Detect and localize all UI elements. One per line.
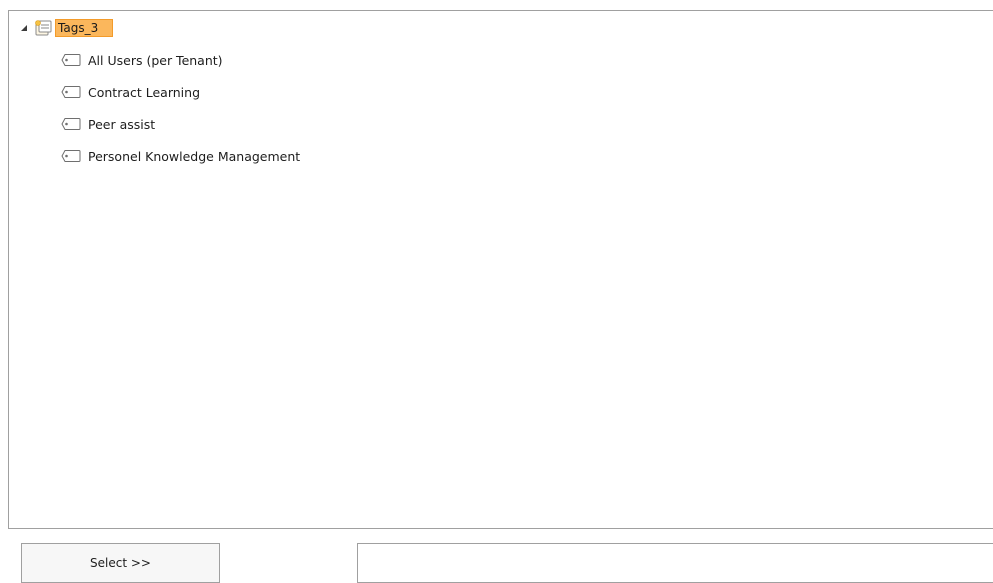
tree-node-tag-label: Personel Knowledge Management <box>88 148 301 164</box>
tree-node-tag[interactable]: Contract Learning <box>61 82 200 102</box>
collapse-arrow-icon[interactable] <box>19 23 29 33</box>
tag-tree-panel[interactable]: Tags_3 All Users (per Tenant) Contract L… <box>8 10 993 529</box>
tags-folder-icon <box>33 19 53 37</box>
tree-node-tag-label: All Users (per Tenant) <box>88 52 223 68</box>
tag-icon <box>61 85 81 99</box>
tree-node-tag-label: Peer assist <box>88 116 156 132</box>
tag-icon <box>61 53 81 67</box>
tree-node-tag[interactable]: All Users (per Tenant) <box>61 50 223 70</box>
tag-icon <box>61 149 81 163</box>
tree-node-root[interactable]: Tags_3 <box>19 18 114 38</box>
tree-node-tag-label: Contract Learning <box>88 84 201 100</box>
tree-node-tag[interactable]: Peer assist <box>61 114 155 134</box>
select-button[interactable]: Select >> <box>21 543 220 583</box>
tree-node-root-label[interactable]: Tags_3 <box>55 19 114 37</box>
selected-tags-field[interactable] <box>357 543 993 583</box>
tree-node-tag[interactable]: Personel Knowledge Management <box>61 146 300 166</box>
tag-icon <box>61 117 81 131</box>
